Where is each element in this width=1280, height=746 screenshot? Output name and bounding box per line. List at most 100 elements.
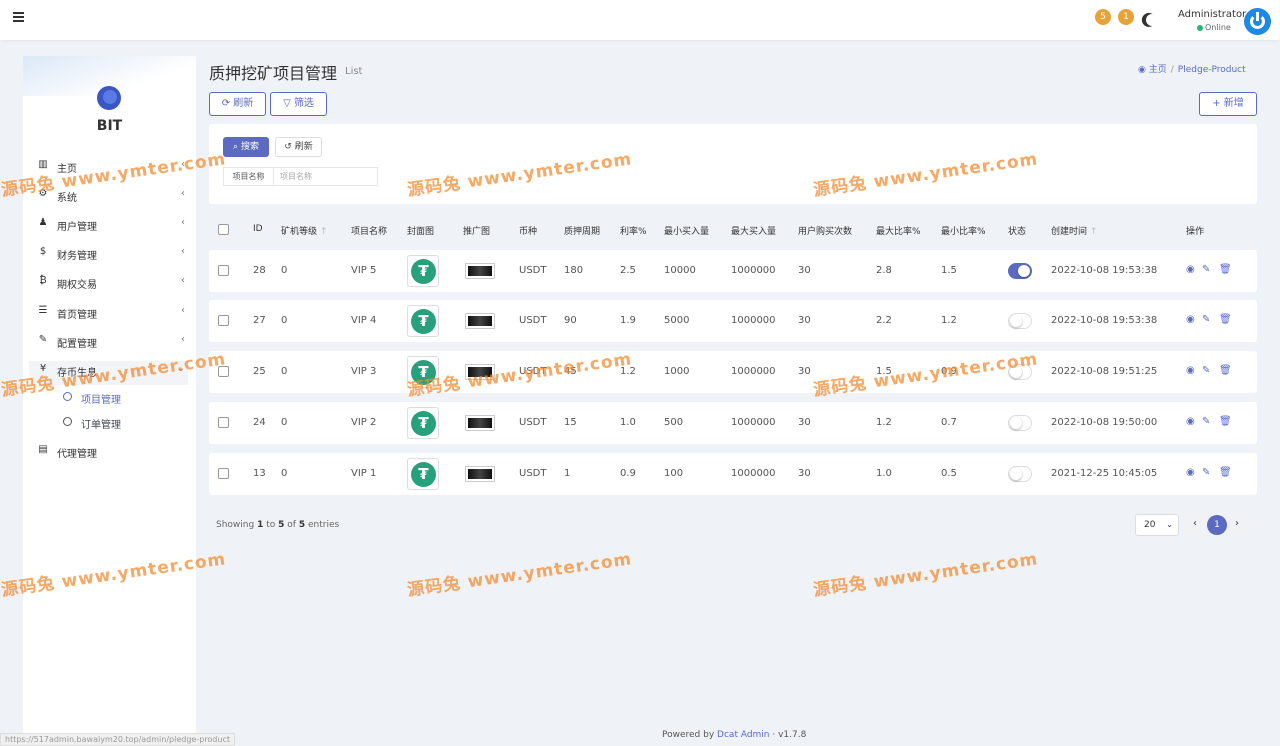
column-header: 币种 (519, 227, 538, 237)
status-toggle[interactable] (1008, 415, 1032, 431)
sidebar-item-3[interactable]: $ 财务管理 ‹ (37, 244, 185, 264)
reset-button[interactable]: ↺ 刷新 (275, 137, 322, 157)
view-eye-icon[interactable]: ◉ (1186, 365, 1195, 376)
cell-level: 0 (281, 265, 288, 276)
edit-pencil-icon[interactable]: ✎ (1202, 314, 1210, 325)
dashboard-icon: ◉ (1138, 65, 1146, 75)
users-icon: ♟ (38, 217, 48, 228)
table-row: 13 0 VIP 1 USDT 1 0.9 100 1000000 30 1.0 0.5 2021-1… (209, 453, 1257, 495)
prev-page-icon[interactable]: ‹ (1193, 518, 1197, 529)
menu-toggle-icon[interactable] (13, 12, 24, 22)
avatar[interactable] (1244, 8, 1271, 35)
column-header-sortable[interactable]: 创建时间 ↑ (1051, 224, 1098, 237)
cell-level: 0 (281, 315, 288, 326)
promo-image[interactable] (465, 263, 495, 279)
cover-image[interactable]: ₮ (407, 255, 439, 287)
notification-badge-icon[interactable]: 5 (1095, 9, 1111, 25)
status-toggle[interactable] (1008, 466, 1032, 482)
sidebar-item-2[interactable]: ♟ 用户管理 ‹ (37, 215, 185, 235)
delete-trash-icon[interactable]: 🗑 (1219, 416, 1232, 427)
cell-name: VIP 1 (351, 468, 377, 479)
promo-image[interactable] (465, 313, 495, 329)
cover-image[interactable]: ₮ (407, 458, 439, 490)
cell-created: 2022-10-08 19:53:38 (1051, 265, 1158, 276)
new-button[interactable]: + 新增 (1199, 92, 1257, 116)
table-row: 24 0 VIP 2 USDT 15 1.0 500 1000000 30 1.2 0.7 2022-… (209, 402, 1257, 444)
sidebar-item-6[interactable]: ✎ 配置管理 ‹ (37, 332, 185, 352)
sidebar-item-label: 期权交易 (57, 280, 97, 291)
per-page-select[interactable]: 20 ⌄ (1135, 514, 1179, 536)
cell-times: 30 (798, 468, 811, 479)
sidebar-item-4[interactable]: ₿ 期权交易 ‹ (37, 273, 185, 293)
row-checkbox[interactable] (218, 417, 229, 428)
footer-brand-link[interactable]: Dcat Admin (717, 730, 769, 740)
column-header: 操作 (1186, 227, 1205, 237)
row-checkbox[interactable] (218, 265, 229, 276)
select-all-checkbox[interactable] (218, 224, 229, 235)
promo-image[interactable] (465, 466, 495, 482)
cell-max_buy: 1000000 (731, 366, 776, 377)
column-header: 最小比率% (941, 227, 986, 237)
cell-name: VIP 3 (351, 366, 377, 377)
cell-created: 2022-10-08 19:53:38 (1051, 315, 1158, 326)
sidebar-item-agent[interactable]: ▤ 代理管理 (37, 442, 185, 462)
filter-toggle-button[interactable]: ▽ 筛选 (270, 92, 327, 116)
cell-min_ratio: 1.2 (941, 315, 957, 326)
message-badge-icon[interactable]: 1 (1118, 9, 1134, 25)
filter-field-label: 项目名称 (223, 167, 273, 186)
watermark-text: 源码兔 www.ymter.com (406, 549, 634, 601)
view-eye-icon[interactable]: ◉ (1186, 416, 1195, 427)
cell-times: 30 (798, 366, 811, 377)
column-header: 利率% (620, 227, 647, 237)
cell-name: VIP 2 (351, 417, 377, 428)
cell-rate: 1.9 (620, 315, 636, 326)
search-button[interactable]: ⌕ 搜索 (223, 137, 269, 157)
column-header-sortable[interactable]: 矿机等级 ↑ (281, 224, 328, 237)
page-button-current[interactable]: 1 (1207, 515, 1227, 535)
cover-image[interactable]: ₮ (407, 407, 439, 439)
breadcrumb-home[interactable]: 主页 (1149, 65, 1167, 75)
cell-rate: 2.5 (620, 265, 636, 276)
breadcrumb-separator: / (1170, 65, 1174, 75)
edit-pencil-icon[interactable]: ✎ (1202, 264, 1210, 275)
next-page-icon[interactable]: › (1235, 518, 1239, 529)
edit-pencil-icon[interactable]: ✎ (1202, 365, 1210, 376)
cell-min_ratio: 0.5 (941, 468, 957, 479)
delete-trash-icon[interactable]: 🗑 (1219, 467, 1232, 478)
delete-trash-icon[interactable]: 🗑 (1219, 314, 1232, 325)
sidebar-subitem-label: 项目管理 (81, 395, 121, 406)
delete-trash-icon[interactable]: 🗑 (1219, 365, 1232, 376)
watermark-text: 源码兔 www.ymter.com (812, 549, 1040, 601)
cell-cycle: 180 (564, 265, 584, 276)
circle-icon (63, 417, 72, 426)
cell-max_ratio: 1.2 (876, 417, 892, 428)
sort-arrow-icon: ↑ (1090, 227, 1098, 237)
usdt-icon: ₮ (411, 259, 436, 284)
cell-max_ratio: 1.0 (876, 468, 892, 479)
view-eye-icon[interactable]: ◉ (1186, 314, 1195, 325)
status-toggle[interactable] (1008, 263, 1032, 279)
cell-id: 27 (253, 315, 266, 326)
view-eye-icon[interactable]: ◉ (1186, 264, 1195, 275)
promo-image[interactable] (465, 415, 495, 431)
edit-pencil-icon[interactable]: ✎ (1202, 467, 1210, 478)
view-eye-icon[interactable]: ◉ (1186, 467, 1195, 478)
sidebar-item-5[interactable]: ☰ 首页管理 ‹ (37, 303, 185, 323)
project-name-input[interactable]: 项目名称 (273, 167, 378, 186)
row-checkbox[interactable] (218, 468, 229, 479)
refresh-button[interactable]: ⟳ 刷新 (209, 92, 266, 116)
dollar-icon: $ (39, 246, 47, 257)
dark-mode-moon-icon[interactable] (1144, 12, 1159, 27)
filter-icon: ▽ (283, 98, 294, 109)
cell-min_buy: 1000 (664, 366, 690, 377)
status-toggle[interactable] (1008, 313, 1032, 329)
cell-name: VIP 4 (351, 315, 377, 326)
cell-cycle: 15 (564, 417, 577, 428)
row-checkbox[interactable] (218, 315, 229, 326)
cell-coin: USDT (519, 265, 547, 276)
cover-image[interactable]: ₮ (407, 305, 439, 337)
plus-icon: + (1212, 98, 1224, 109)
edit-pencil-icon[interactable]: ✎ (1202, 416, 1210, 427)
delete-trash-icon[interactable]: 🗑 (1219, 264, 1232, 275)
admin-name[interactable]: Administrator (1178, 9, 1246, 20)
